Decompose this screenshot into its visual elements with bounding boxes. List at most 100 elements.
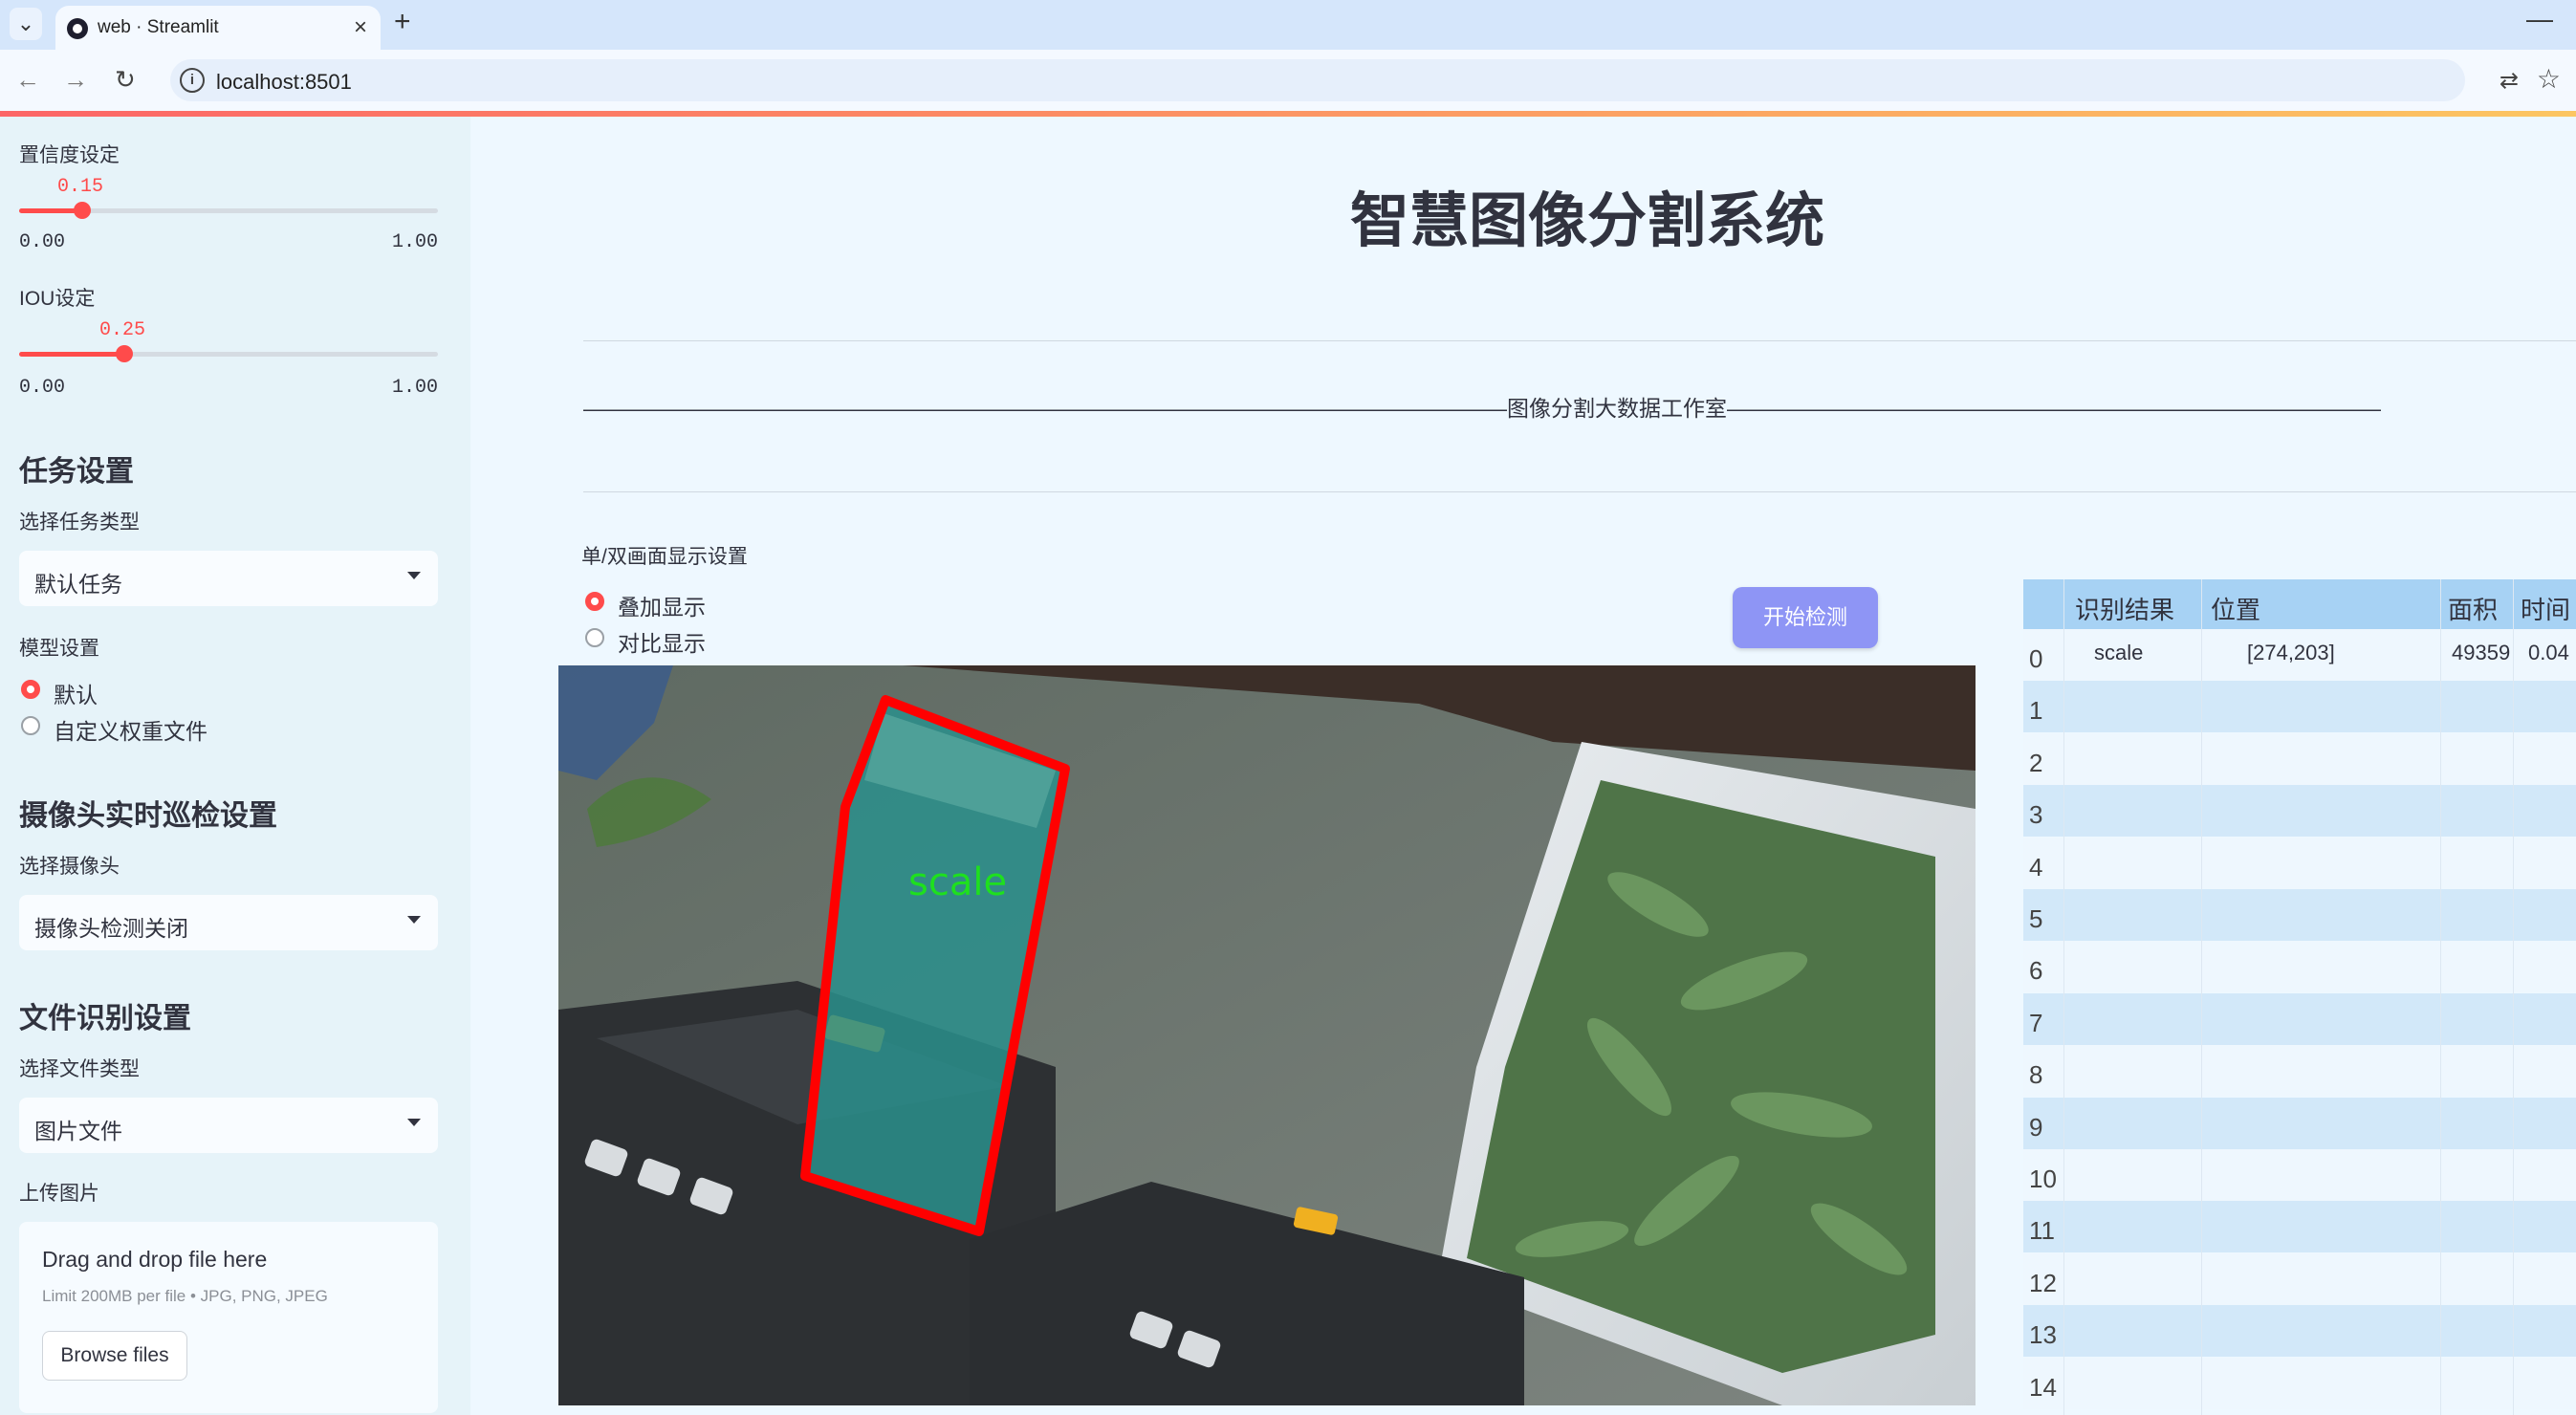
chevron-down-icon	[407, 572, 421, 579]
browser-tab[interactable]: web · Streamlit ×	[55, 6, 381, 50]
row-index: 12	[2029, 1268, 2057, 1297]
row-index: 0	[2029, 644, 2043, 673]
iou-max: 1.00	[392, 377, 439, 399]
row-index: 10	[2029, 1165, 2057, 1193]
tab-search-dropdown-icon[interactable]: ⌄	[10, 8, 42, 40]
table-row[interactable]: 0 scale [274,203] 49359 0.04	[2023, 629, 2576, 681]
table-header: 识别结果 位置 面积 时间	[2023, 579, 2576, 629]
table-row[interactable]: 1	[2023, 681, 2576, 733]
model-settings-label: 模型设置	[19, 638, 99, 660]
table-row[interactable]: 9	[2023, 1097, 2576, 1149]
camera-select[interactable]: 摄像头检测关闭	[19, 895, 438, 950]
chevron-down-icon	[407, 916, 421, 924]
display-option-label: 对比显示	[618, 631, 706, 656]
url-field[interactable]: i localhost:8501	[170, 59, 2465, 101]
page-title: 智慧图像分割系统	[1349, 188, 1824, 254]
iou-label: IOU设定	[19, 288, 96, 310]
column-header-result[interactable]: 识别结果	[2075, 591, 2174, 626]
forward-icon[interactable]: →	[63, 65, 88, 95]
file-type-value: 图片文件	[34, 1119, 122, 1143]
radio-unselected-icon	[585, 628, 604, 647]
table-row[interactable]: 8	[2023, 1045, 2576, 1098]
sidebar: 置信度设定 0.15 0.00 1.00 IOU设定 0.25 0.00 1.0…	[0, 117, 470, 1415]
model-option-label: 默认	[54, 683, 98, 708]
streamlit-favicon-icon	[67, 18, 88, 39]
table-row[interactable]: 11	[2023, 1201, 2576, 1253]
confidence-slider-fill	[19, 208, 82, 213]
row-index: 9	[2029, 1112, 2043, 1142]
task-type-label: 选择任务类型	[19, 512, 140, 533]
row-index: 13	[2029, 1320, 2057, 1350]
task-type-select[interactable]: 默认任务	[19, 551, 438, 606]
table-row[interactable]: 4	[2023, 837, 2576, 889]
bookmark-star-icon[interactable]: ☆	[2537, 63, 2561, 95]
row-index: 7	[2029, 1008, 2043, 1037]
upload-label: 上传图片	[19, 1183, 99, 1205]
display-settings-label: 单/双画面显示设置	[581, 546, 748, 568]
file-type-select[interactable]: 图片文件	[19, 1098, 438, 1153]
table-row[interactable]: 12	[2023, 1252, 2576, 1305]
row-index: 2	[2029, 748, 2043, 777]
table-row[interactable]: 10	[2023, 1149, 2576, 1201]
table-row[interactable]: 2	[2023, 732, 2576, 785]
confidence-label: 置信度设定	[19, 144, 120, 166]
tab-close-icon[interactable]: ×	[354, 14, 367, 41]
start-detection-button[interactable]: 开始检测	[1733, 587, 1878, 648]
iou-value: 0.25	[99, 319, 146, 341]
table-cell-result: scale	[2094, 641, 2144, 664]
minimize-window-icon[interactable]: —	[2526, 4, 2553, 34]
browser-tab-bar: ⌄ web · Streamlit × + —	[0, 0, 2576, 50]
task-type-value: 默认任务	[34, 572, 122, 597]
upload-drag-text: Drag and drop file here	[42, 1247, 268, 1272]
file-uploader-dropzone[interactable]: Drag and drop file here Limit 200MB per …	[19, 1222, 438, 1413]
row-index: 11	[2029, 1216, 2055, 1246]
iou-min: 0.00	[19, 377, 66, 399]
table-cell-time: 0.04	[2528, 641, 2569, 664]
divider	[583, 491, 2576, 492]
browse-files-button[interactable]: Browse files	[42, 1331, 187, 1381]
row-index: 5	[2029, 904, 2043, 933]
table-row[interactable]: 6	[2023, 941, 2576, 993]
confidence-slider-thumb[interactable]	[73, 202, 91, 219]
address-bar: ← → ↻ i localhost:8501 ⇄ ☆	[0, 50, 2576, 111]
back-icon[interactable]: ←	[15, 65, 40, 95]
table-row[interactable]: 14	[2023, 1357, 2576, 1409]
detection-result-image: scale	[558, 665, 1976, 1405]
site-info-icon[interactable]: i	[180, 68, 205, 93]
upload-limit-text: Limit 200MB per file • JPG, PNG, JPEG	[42, 1287, 328, 1305]
studio-subtitle: ————————————————————————————————————————…	[583, 396, 2381, 421]
reload-icon[interactable]: ↻	[115, 65, 136, 95]
iou-slider-thumb[interactable]	[115, 345, 133, 362]
table-cell-position: [274,203]	[2247, 641, 2335, 664]
divider	[583, 340, 2576, 341]
new-tab-icon[interactable]: +	[394, 6, 411, 38]
model-option-label: 自定义权重文件	[54, 719, 207, 744]
confidence-min: 0.00	[19, 231, 66, 253]
confidence-slider[interactable]	[19, 202, 438, 219]
row-index: 8	[2029, 1060, 2043, 1090]
table-cell-area: 49359	[2452, 641, 2511, 664]
detection-class-label: scale	[908, 860, 1007, 904]
segmentation-photo-svg: scale	[558, 665, 1976, 1405]
column-header-area[interactable]: 面积	[2448, 591, 2498, 626]
camera-value: 摄像头检测关闭	[34, 916, 188, 941]
column-header-time[interactable]: 时间	[2521, 591, 2570, 626]
radio-unselected-icon	[21, 716, 40, 735]
row-index: 14	[2029, 1372, 2057, 1402]
translate-icon[interactable]: ⇄	[2500, 67, 2519, 95]
table-row[interactable]: 5	[2023, 889, 2576, 941]
iou-slider[interactable]	[19, 345, 438, 362]
display-option-label: 叠加显示	[618, 595, 706, 620]
camera-label: 选择摄像头	[19, 856, 120, 878]
column-divider	[2513, 579, 2514, 1415]
column-header-position[interactable]: 位置	[2211, 591, 2260, 626]
tab-title: web · Streamlit	[98, 17, 219, 37]
table-row[interactable]: 13	[2023, 1305, 2576, 1358]
radio-selected-icon	[585, 592, 604, 611]
task-settings-header: 任务设置	[19, 456, 134, 488]
chevron-down-icon	[407, 1119, 421, 1126]
camera-settings-header: 摄像头实时巡检设置	[19, 800, 277, 832]
table-row[interactable]: 7	[2023, 992, 2576, 1045]
column-divider	[2063, 579, 2064, 1415]
table-row[interactable]: 3	[2023, 785, 2576, 838]
